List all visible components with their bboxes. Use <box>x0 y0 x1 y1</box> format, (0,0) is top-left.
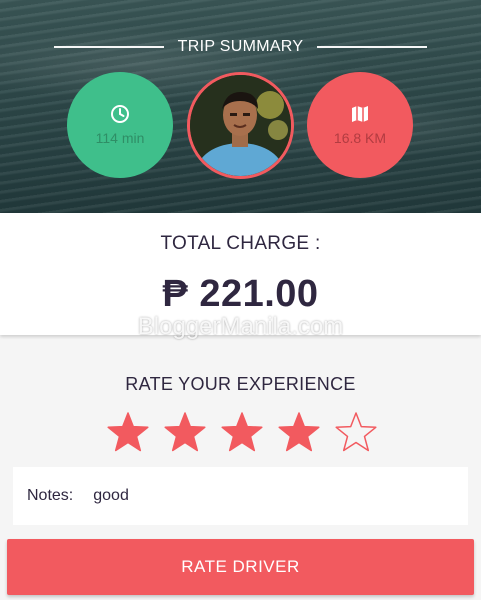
divider-line-left <box>53 46 164 48</box>
distance-stat: 16.8 KM <box>307 72 413 178</box>
driver-photo <box>190 75 291 176</box>
rate-experience-label: RATE YOUR EXPERIENCE <box>125 374 356 394</box>
clock-icon <box>111 105 129 123</box>
star-4-icon[interactable] <box>277 411 321 455</box>
divider-line-right <box>317 46 428 48</box>
star-3-icon[interactable] <box>220 411 264 455</box>
notes-field: Notes: <box>13 467 468 525</box>
notes-label: Notes: <box>27 487 74 504</box>
star-rating[interactable] <box>106 411 378 455</box>
star-5-icon[interactable] <box>334 411 378 455</box>
total-charge-amount: ₱ 221.00 <box>162 273 319 315</box>
total-charge-label: TOTAL CHARGE : <box>160 233 321 254</box>
trip-summary-header: TRIP SUMMARY 114 min 16.8 KM <box>0 0 481 213</box>
duration-value: 114 min <box>95 130 145 146</box>
star-1-icon[interactable] <box>106 411 150 455</box>
watermark: BloggerManila.com <box>137 313 344 340</box>
map-icon <box>352 106 368 122</box>
star-2-icon[interactable] <box>163 411 207 455</box>
trip-summary-title-row: TRIP SUMMARY <box>0 35 481 59</box>
distance-value: 16.8 KM <box>333 130 387 146</box>
rate-driver-button[interactable]: RATE DRIVER <box>7 539 474 595</box>
driver-avatar <box>187 72 294 179</box>
notes-input[interactable] <box>93 487 394 505</box>
duration-stat: 114 min <box>67 72 173 178</box>
trip-summary-title: TRIP SUMMARY <box>177 38 304 55</box>
